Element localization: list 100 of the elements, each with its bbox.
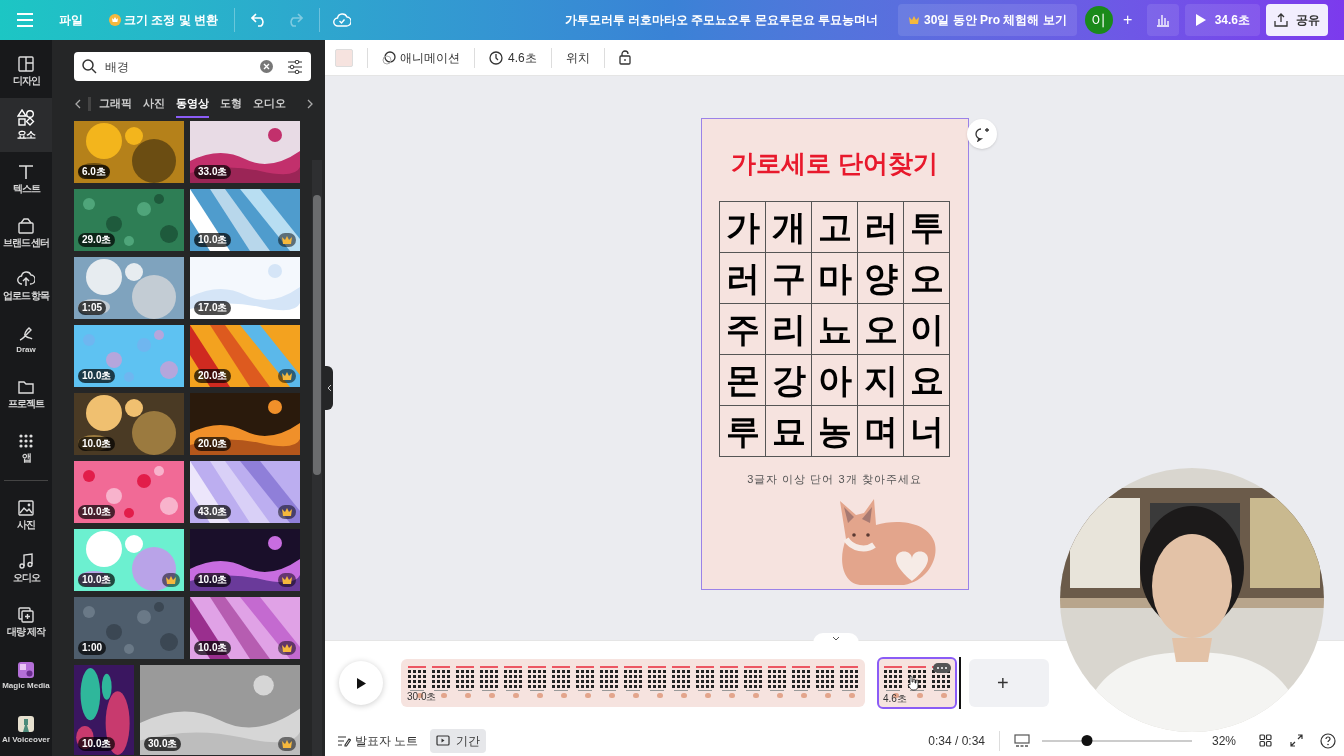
page-duration: 30.0초 [407,690,437,704]
share-button[interactable]: 공유 [1266,4,1328,36]
sidebar-item[interactable]: Draw [0,312,52,367]
draw-icon [17,325,35,344]
category-tab[interactable]: 그래픽 [99,90,132,118]
page-view-icon[interactable] [1014,733,1030,748]
help-icon[interactable] [1320,732,1336,749]
duration-toggle[interactable]: 기간 [430,728,487,753]
video-thumbnail[interactable]: 10.0초 [190,529,300,591]
video-thumbnail[interactable]: 10.0초 [74,529,184,591]
video-thumbnail[interactable]: 10.0초 [74,461,184,523]
grid-cell: 가 [720,201,766,253]
video-thumbnail[interactable]: 1:00 [74,597,184,659]
video-thumbnail[interactable]: 17.0초 [190,257,300,319]
insights-button[interactable] [1146,4,1179,36]
scrollbar[interactable] [312,160,322,756]
play-icon [355,676,367,690]
video-thumbnail[interactable]: 43.0초 [190,461,300,523]
sidebar-item[interactable]: 텍스트 [0,151,52,206]
video-thumbnail[interactable]: 29.0초 [74,189,184,251]
sidebar-item[interactable]: 앱 [0,420,52,475]
sidebar-item[interactable]: 오디오 [0,540,52,595]
grid-view-icon[interactable] [1259,734,1272,747]
cloud-check-icon[interactable] [333,13,351,27]
sidebar-item[interactable]: 업로드 항목 [0,259,52,313]
video-thumbnail[interactable]: 10.0초 [74,393,184,455]
document-title[interactable]: 가투모러투 러호마타오 주모뇨오루 몬요루몬요 루묘농며너 [564,11,878,29]
sidebar-item[interactable]: AI Voiceover [0,702,52,756]
comment-button[interactable] [967,119,997,149]
position-button[interactable]: 위치 [565,48,590,67]
duration-label: 6.0초 [78,165,110,179]
grid-cell: 아 [812,354,858,406]
sidebar-item[interactable]: 요소 [0,97,52,152]
duration-label: 10.0초 [78,437,116,451]
sidebar-item[interactable]: Magic Media [0,648,52,703]
video-thumbnail[interactable]: 30.0초 [140,665,300,755]
video-thumbnail[interactable]: 10.0초 [74,665,134,755]
timeline-play-button[interactable] [339,661,383,705]
zoom-level[interactable]: 32% [1212,731,1238,750]
duration-label: 10.0초 [78,369,116,383]
clear-icon[interactable] [260,60,273,73]
video-thumbnail[interactable]: 10.0초 [74,325,184,387]
chevron-left-icon [326,384,332,392]
category-tab[interactable]: 도형 [220,90,242,118]
video-thumbnail[interactable]: 1:05 [74,257,184,319]
grid-cell: 오 [904,252,950,304]
add-button[interactable]: + [1116,6,1139,34]
grid-cell: 이 [904,303,950,355]
timeline-page[interactable]: 4.6초 [877,657,957,709]
grid-cell: 뇨 [812,303,858,355]
sidebar-item[interactable]: 사진 [0,487,52,541]
fullscreen-icon[interactable] [1290,734,1303,747]
animation-button[interactable]: 애니메이션 [382,48,460,67]
undo-icon[interactable] [251,13,267,27]
sidebar-item[interactable]: 디자인 [0,44,52,98]
notes-icon [337,734,351,747]
grid-cell: 개 [766,201,812,253]
presenter-notes-button[interactable]: 발표자 노트 [337,731,419,750]
video-thumbnail[interactable]: 20.0초 [190,325,300,387]
video-thumbnail[interactable]: 20.0초 [190,393,300,455]
add-page-button[interactable]: + [969,659,1049,707]
grid-cell: 묘 [766,405,812,457]
add-comment-icon [974,126,990,142]
pro-trial-button[interactable]: 30일 동안 Pro 체험해 보기 [897,4,1077,36]
grid-cell: 러 [720,252,766,304]
search-bar[interactable]: 배경 [74,52,311,81]
duration-label: 1:00 [78,641,106,655]
duration-label: 10.0초 [78,573,116,587]
upload-icon [17,270,35,289]
grid-cell: 투 [904,201,950,253]
video-thumbnail[interactable]: 6.0초 [74,121,184,183]
grid-cell: 너 [904,405,950,457]
more-options-icon[interactable] [933,663,951,673]
video-thumbnail[interactable]: 10.0초 [190,189,300,251]
lock-icon[interactable] [618,50,631,65]
grid-cell: 며 [858,405,904,457]
category-tab[interactable]: 동영상 [176,90,209,118]
color-swatch[interactable] [335,48,353,67]
play-button[interactable]: 34.6초 [1184,4,1260,36]
search-input[interactable]: 배경 [105,57,252,76]
duration-label: 20.0초 [194,369,232,383]
zoom-slider[interactable] [1042,733,1192,748]
design-page[interactable]: 가로세로 단어찾기 가 개 고 러 투 러 구 마 양 오 주 리 뇨 오 이 몬 강 아 지 요 루 묘 농 며 너 3글자 이상 단어 3개 찾아주세요 [700,118,969,590]
crown-icon [109,14,121,26]
collapse-handle[interactable] [325,366,333,410]
timeline-page[interactable]: 30.0초 [401,659,865,707]
chevron-down-icon [832,635,840,641]
sidebar-item[interactable]: 브랜드 센터 [0,205,52,260]
category-tab[interactable]: 오디오 [253,90,286,118]
sidebar-item[interactable]: 대량 제작 [0,594,52,649]
avatar[interactable]: 이 [1084,6,1113,34]
sidebar-item[interactable]: 프로젝트 [0,366,52,421]
category-tab[interactable]: 사진 [143,90,165,118]
bulk-icon [17,606,35,625]
filter-icon[interactable] [287,59,303,74]
duration-button[interactable]: 4.6초 [489,48,537,67]
video-thumbnail[interactable]: 33.0초 [190,121,300,183]
video-thumbnail[interactable]: 10.0초 [190,597,300,659]
chevron-right-icon[interactable] [306,99,314,109]
chevron-left-icon[interactable] [74,99,82,109]
